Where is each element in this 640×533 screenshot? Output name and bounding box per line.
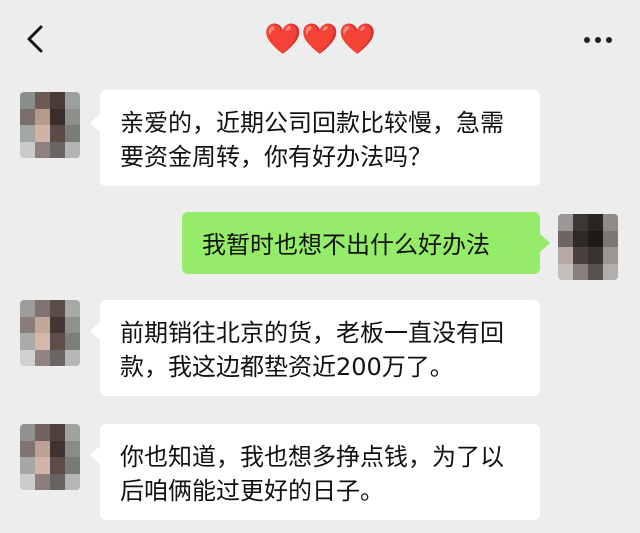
bubble-tail [90,446,100,464]
message-bubble-incoming[interactable]: 前期销往北京的货，老板一直没有回款，我这边都垫资近200万了。 [100,300,540,396]
contact-avatar[interactable] [20,300,80,366]
chat-header: ❤️❤️❤️ [0,0,640,78]
message-bubble-outgoing[interactable]: 我暂时也想不出什么好办法 [182,212,540,274]
message-text: 亲爱的，近期公司回款比较慢，急需要资金周转，你有好办法吗？ [120,109,504,171]
more-dot [595,37,601,43]
bubble-tail [540,234,550,252]
message-text: 你也知道，我也想多挣点钱，为了以后咱俩能过更好的日子。 [120,443,504,505]
contact-avatar[interactable] [20,424,80,490]
self-avatar[interactable] [558,214,618,280]
chat-title: ❤️❤️❤️ [263,22,377,57]
message-text: 前期销往北京的货，老板一直没有回款，我这边都垫资近200万了。 [120,319,504,381]
more-dots-icon [584,37,590,43]
message-text: 我暂时也想不出什么好办法 [202,231,490,259]
bubble-tail [90,322,100,340]
more-dot [606,37,612,43]
contact-avatar[interactable] [20,92,80,158]
message-bubble-incoming[interactable]: 你也知道，我也想多挣点钱，为了以后咱俩能过更好的日子。 [100,424,540,520]
more-options-button[interactable] [576,26,620,54]
message-bubble-incoming[interactable]: 亲爱的，近期公司回款比较慢，急需要资金周转，你有好办法吗？ [100,90,540,186]
bubble-tail [90,114,100,132]
